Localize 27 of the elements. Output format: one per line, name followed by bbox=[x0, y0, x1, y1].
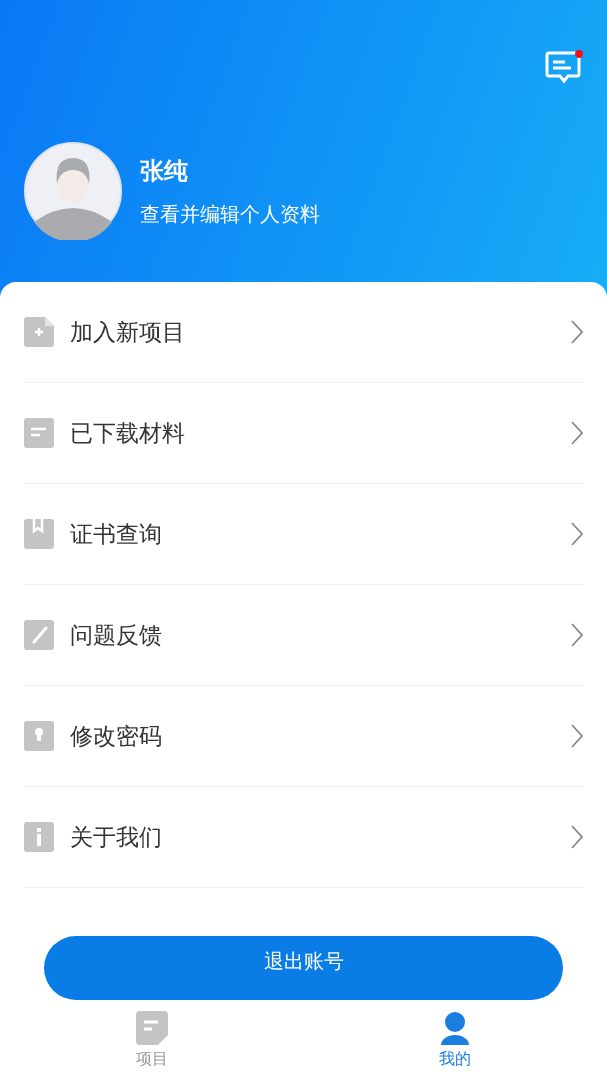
tab[interactable]: 我的 bbox=[303, 1000, 607, 1080]
pencil-icon bbox=[24, 620, 54, 650]
chevron-right-icon bbox=[571, 825, 583, 849]
chevron-right-icon bbox=[571, 724, 583, 748]
person-icon bbox=[439, 1010, 472, 1045]
menu-item[interactable]: 加入新项目 bbox=[24, 282, 583, 383]
chevron-right-icon bbox=[571, 623, 583, 647]
chevron-right-icon bbox=[571, 522, 583, 546]
menu-item[interactable]: 修改密码 bbox=[24, 686, 583, 787]
tab-label: 我的 bbox=[439, 1048, 472, 1070]
menu-item[interactable]: 证书查询 bbox=[24, 484, 583, 585]
chevron-right-icon bbox=[571, 421, 583, 445]
menu-item[interactable]: 问题反馈 bbox=[24, 585, 583, 686]
user-name: 张纯 bbox=[140, 155, 189, 187]
file-plus-icon bbox=[24, 317, 54, 347]
message-icon[interactable] bbox=[545, 50, 583, 86]
logout-button[interactable]: 退出账号 bbox=[44, 936, 563, 1000]
document-icon bbox=[135, 1010, 168, 1045]
document-icon bbox=[24, 418, 54, 448]
bookmark-icon bbox=[24, 519, 54, 549]
chevron-right-icon bbox=[571, 320, 583, 344]
menu-item[interactable]: 已下载材料 bbox=[24, 383, 583, 484]
info-icon bbox=[24, 822, 54, 852]
keyhole-icon bbox=[24, 721, 54, 751]
avatar[interactable] bbox=[24, 142, 122, 240]
menu-item[interactable]: 关于我们 bbox=[24, 787, 583, 888]
tab-label: 项目 bbox=[135, 1048, 168, 1070]
